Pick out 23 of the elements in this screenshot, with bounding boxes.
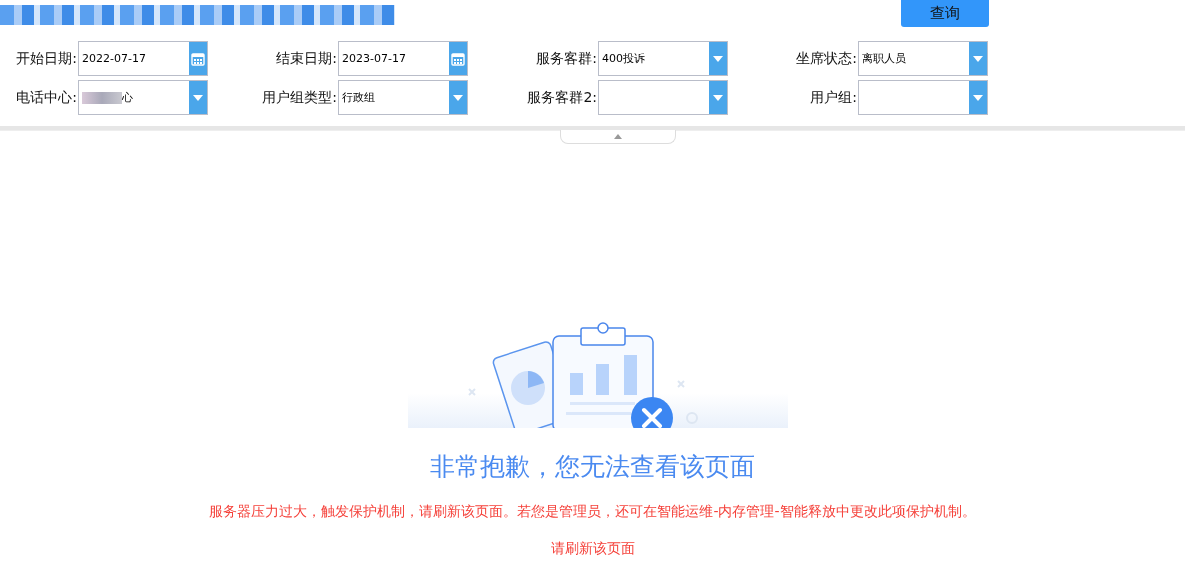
select-field[interactable] [598,80,728,115]
select-field[interactable]: 离职人员 [858,41,988,76]
field-label: 用户组: [809,88,858,107]
calendar-icon[interactable] [449,42,467,75]
refresh-link[interactable]: 请刷新该页面 [550,540,635,558]
field-label: 电话中心: [15,88,78,107]
field-label: 开始日期: [15,49,78,68]
field-label: 服务客群2: [526,88,598,107]
field-label: 结束日期: [275,49,338,68]
collapse-handle[interactable] [560,130,676,144]
date-field[interactable]: 2023-07-17 [338,41,468,76]
field-label: 坐席状态: [795,49,858,68]
calendar-icon[interactable] [189,42,207,75]
error-title: 非常抱歉，您无法查看该页面 [430,451,755,483]
select-field[interactable] [858,80,988,115]
select-field[interactable]: 行政组 [338,80,468,115]
select-field[interactable]: 心 [78,80,208,115]
date-field[interactable]: 2022-07-17 [78,41,208,76]
select-field[interactable]: 400投诉 [598,41,728,76]
error-message: 服务器压力过大，触发保护机制，请刷新该页面。若您是管理员，还可在智能运维-内存管理-智能释放中更改此项保护机制。 [209,503,976,521]
query-button[interactable]: 查询 [901,0,989,27]
field-label: 用户组类型: [261,88,338,107]
field-label: 服务客群: [535,49,598,68]
